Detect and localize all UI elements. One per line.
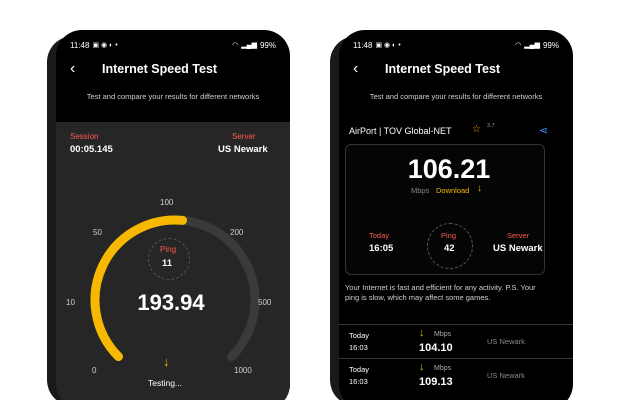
download-arrow-icon: ↓ <box>419 327 425 339</box>
notification-icons: ▣ ◉ ◐ • <box>92 42 118 49</box>
phone-right: 11:48 ▣ ◉ ◐ • ◠ ▂▄▆ 99% ‹ Internet Speed… <box>339 30 573 400</box>
today-value: 16:05 <box>369 243 394 254</box>
server-label: Server <box>507 231 530 240</box>
clock-time: 11:48 <box>70 40 90 50</box>
app-bar: ‹ Internet Speed Test <box>339 58 573 82</box>
download-arrow-icon: ↓ <box>163 354 170 369</box>
stage: 11:48 ▣ ◉ ◐ • ◠ ▂▄▆ 99% ‹ Internet Speed… <box>0 0 620 400</box>
history-server: US Newark <box>487 337 525 346</box>
result-unit: Mbps <box>411 186 430 195</box>
result-summary: Your Internet is fast and efficient for … <box>345 283 536 302</box>
page-title: Internet Speed Test <box>102 62 218 76</box>
wifi-icon: ◠ <box>232 42 239 49</box>
notification-icons: ▣ ◉ ◐ • <box>375 42 401 49</box>
signal-icon: ▂▄▆ <box>524 42 540 49</box>
app-bar: ‹ Internet Speed Test <box>56 58 290 82</box>
provider-name: AirPort | TOV Global-NET <box>349 126 452 136</box>
result-direction: Download <box>436 186 470 195</box>
signal-icon: ▂▄▆ <box>241 42 257 49</box>
gauge-tick-10: 10 <box>66 298 75 307</box>
history-unit: Mbps <box>434 365 452 372</box>
history-row[interactable]: Today 16:03 ↓ Mbps 109.13 US Newark <box>339 358 573 392</box>
history-speed: 109.13 <box>419 376 453 388</box>
battery-level: 99% <box>542 40 559 50</box>
rating-star-icon[interactable]: ☆ <box>472 124 481 135</box>
ping-label: Ping <box>441 231 457 240</box>
page-title: Internet Speed Test <box>385 62 501 76</box>
test-status: Testing... <box>148 378 183 388</box>
result-speed: 106.21 <box>407 154 491 184</box>
gauge-tick-500: 500 <box>258 298 272 307</box>
history-unit: Mbps <box>434 331 452 338</box>
gauge-tick-1000: 1000 <box>234 366 252 375</box>
history-row[interactable]: Today 16:03 ↓ Mbps 104.10 US Newark <box>339 324 573 358</box>
status-bar: 11:48 ▣ ◉ ◐ • ◠ ▂▄▆ 99% <box>353 39 559 51</box>
server-label: Server <box>232 132 256 141</box>
download-arrow-icon: ↓ <box>419 361 425 373</box>
page-subtitle: Test and compare your results for differ… <box>369 92 543 101</box>
gauge-tick-0: 0 <box>92 366 97 375</box>
gauge-tick-50: 50 <box>93 228 102 237</box>
history-day: Today <box>349 365 370 374</box>
gauge-tick-200: 200 <box>230 228 244 237</box>
phone-left: 11:48 ▣ ◉ ◐ • ◠ ▂▄▆ 99% ‹ Internet Speed… <box>56 30 290 400</box>
rating-value: 3.7 <box>487 123 495 129</box>
current-speed: 193.94 <box>137 290 205 315</box>
battery-level: 99% <box>259 40 276 50</box>
history-server: US Newark <box>487 371 525 380</box>
status-bar: 11:48 ▣ ◉ ◐ • ◠ ▂▄▆ 99% <box>70 39 276 51</box>
server-value: US Newark <box>218 144 268 155</box>
history-time: 16:03 <box>349 343 368 352</box>
back-icon[interactable]: ‹ <box>70 60 75 78</box>
ping-value: 42 <box>444 243 455 254</box>
history-speed: 104.10 <box>419 342 453 354</box>
gauge-tick-100: 100 <box>160 198 174 207</box>
today-label: Today <box>369 231 390 240</box>
download-arrow-icon: ↓ <box>477 183 482 194</box>
clock-time: 11:48 <box>353 40 373 50</box>
back-icon[interactable]: ‹ <box>353 60 358 78</box>
page-subtitle: Test and compare your results for differ… <box>86 92 260 101</box>
ping-value: 11 <box>162 258 173 269</box>
server-value: US Newark <box>493 243 543 254</box>
ping-label: Ping <box>160 245 177 254</box>
history-time: 16:03 <box>349 377 368 386</box>
history-day: Today <box>349 331 370 340</box>
wifi-icon: ◠ <box>515 42 522 49</box>
session-value: 00:05.145 <box>70 144 113 155</box>
share-icon[interactable]: ⋖ <box>539 124 548 137</box>
session-label: Session <box>70 132 99 141</box>
